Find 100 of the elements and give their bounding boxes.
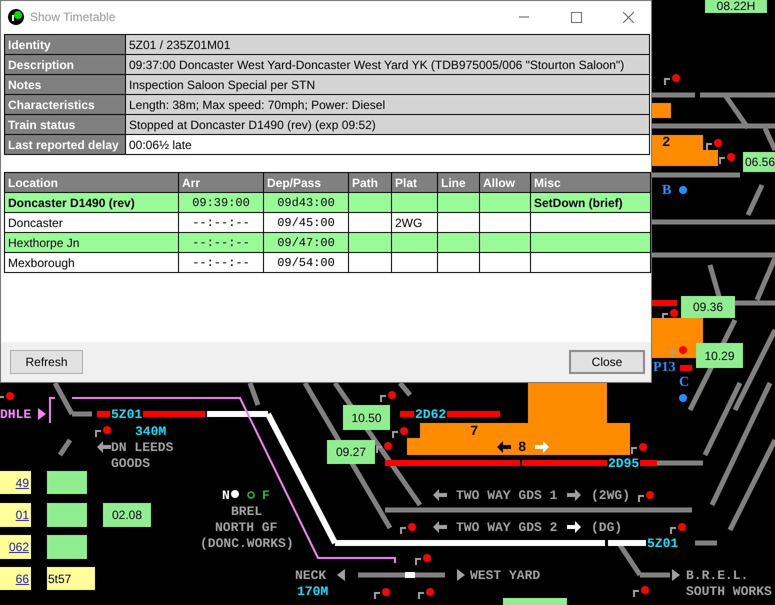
place-label: GOODS: [111, 456, 150, 471]
signal-icon: [631, 443, 647, 454]
signal-icon: [400, 523, 416, 534]
triangle-icon: [672, 569, 680, 581]
field-value: Inspection Saloon Special per STN: [126, 74, 650, 94]
berth-box: [47, 471, 87, 494]
table-cell: --:--:--: [178, 252, 264, 272]
berth-link[interactable]: 66: [0, 567, 31, 590]
map-letter: P13: [653, 360, 676, 376]
field-label: Train status: [4, 114, 126, 134]
berth-box: [503, 598, 567, 605]
frame-state-label: N: [222, 488, 230, 503]
table-cell: 09/47:00: [264, 232, 348, 252]
column-header: Line: [438, 172, 480, 192]
platform-area: [652, 135, 703, 150]
place-label: (DONC.WORKS): [200, 536, 294, 551]
field-value: 09:37:00 Doncaster West Yard-Doncaster West Yard YK (TDB975005/006 "Stourton Saloon"): [126, 54, 650, 74]
place-label: (2WG): [591, 488, 630, 503]
field-label: Characteristics: [4, 94, 126, 114]
berth-label: 10.29: [696, 343, 743, 368]
column-header: Dep/Pass: [264, 172, 348, 192]
berth-box: [47, 503, 87, 527]
table-cell: Hexthorpe Jn: [4, 232, 178, 252]
column-header: Allow: [480, 172, 530, 192]
table-cell: [480, 252, 530, 272]
place-label: BREL: [231, 504, 262, 519]
signal-icon: [719, 153, 735, 164]
signal-icon: [374, 588, 390, 599]
right-arrow-icon: [567, 489, 581, 501]
platform-area: [652, 150, 718, 166]
table-cell: [348, 192, 392, 212]
platform-number: 7: [470, 424, 478, 440]
signal-icon: [662, 309, 678, 320]
table-cell: [438, 232, 480, 252]
berth-label: 5t57: [47, 567, 95, 590]
maximize-icon: [570, 12, 582, 22]
dot-icon: [231, 490, 239, 498]
dot-icon: [679, 394, 687, 402]
refresh-button[interactable]: Refresh: [10, 350, 83, 374]
berth-box: [47, 535, 87, 559]
triangle-icon: [457, 569, 465, 581]
close-button[interactable]: Close: [569, 350, 645, 374]
place-label: DN LEEDS: [111, 440, 174, 455]
column-header: Path: [348, 172, 392, 192]
platform-area: [652, 103, 671, 118]
berth-link[interactable]: 01: [0, 503, 31, 527]
table-cell: Doncaster D1490 (rev): [4, 192, 178, 212]
triangle-icon: [38, 408, 46, 420]
place-label: WEST YARD: [470, 568, 540, 583]
platform-number: 2: [662, 135, 670, 151]
place-label: TWO WAY GDS 1: [456, 488, 558, 503]
close-icon: [622, 12, 634, 22]
berth-label: 02.08: [103, 503, 151, 527]
table-cell: [392, 232, 438, 252]
platform-number: 8: [518, 440, 526, 456]
signal-icon: [418, 588, 434, 599]
place-label: NORTH GF: [215, 520, 278, 535]
left-arrow-icon: [97, 441, 111, 453]
table-cell: 09/54:00: [264, 252, 348, 272]
table-cell: --:--:--: [178, 232, 264, 252]
place-label: TWO WAY GDS 2: [456, 520, 558, 535]
signal-icon: [671, 346, 687, 357]
signal-icon: [670, 523, 686, 534]
right-arrow-icon: [535, 441, 549, 453]
signal-icon: [664, 74, 680, 85]
left-arrow-icon: [433, 489, 447, 501]
triangle-icon: [337, 569, 345, 581]
berth-label: 10.50: [343, 405, 390, 430]
field-label: Last reported delay: [4, 134, 126, 154]
minimize-icon: [518, 16, 529, 17]
place-label: SOUTH WORKS: [686, 584, 772, 599]
berth-link[interactable]: 49: [0, 471, 31, 494]
table-cell: [348, 232, 392, 252]
column-header: Plat: [392, 172, 438, 192]
left-arrow-icon: [433, 521, 447, 533]
berth-link[interactable]: 062: [0, 535, 31, 559]
column-header: Misc: [530, 172, 650, 192]
column-header: Location: [4, 172, 178, 192]
column-header: Arr: [178, 172, 264, 192]
table-cell: [438, 192, 480, 212]
table-cell: [480, 232, 530, 252]
ring-icon: [247, 491, 255, 499]
frame-state-label: F: [262, 488, 270, 503]
field-value: Stopped at Doncaster D1490 (rev) (exp 09:52): [126, 114, 650, 134]
field-label: Identity: [4, 34, 126, 54]
place-label: NECK: [295, 568, 326, 583]
berth-label: 09.27: [327, 440, 375, 464]
signal-icon: [0, 392, 14, 403]
right-arrow-icon: [567, 521, 581, 533]
table-cell: SetDown (brief): [530, 192, 650, 212]
field-value: 00:06½ late: [126, 134, 650, 154]
signal-icon: [392, 427, 408, 438]
dot-icon: [679, 186, 687, 194]
signal-icon: [376, 442, 392, 453]
signal-icon: [706, 139, 722, 150]
field-value: Length: 38m; Max speed: 70mph; Power: Diesel: [126, 94, 650, 114]
signal-icon: [415, 554, 431, 565]
table-cell: [348, 252, 392, 272]
berth-label: 09.36: [681, 296, 735, 318]
table-cell: 09d43:00: [264, 192, 348, 212]
